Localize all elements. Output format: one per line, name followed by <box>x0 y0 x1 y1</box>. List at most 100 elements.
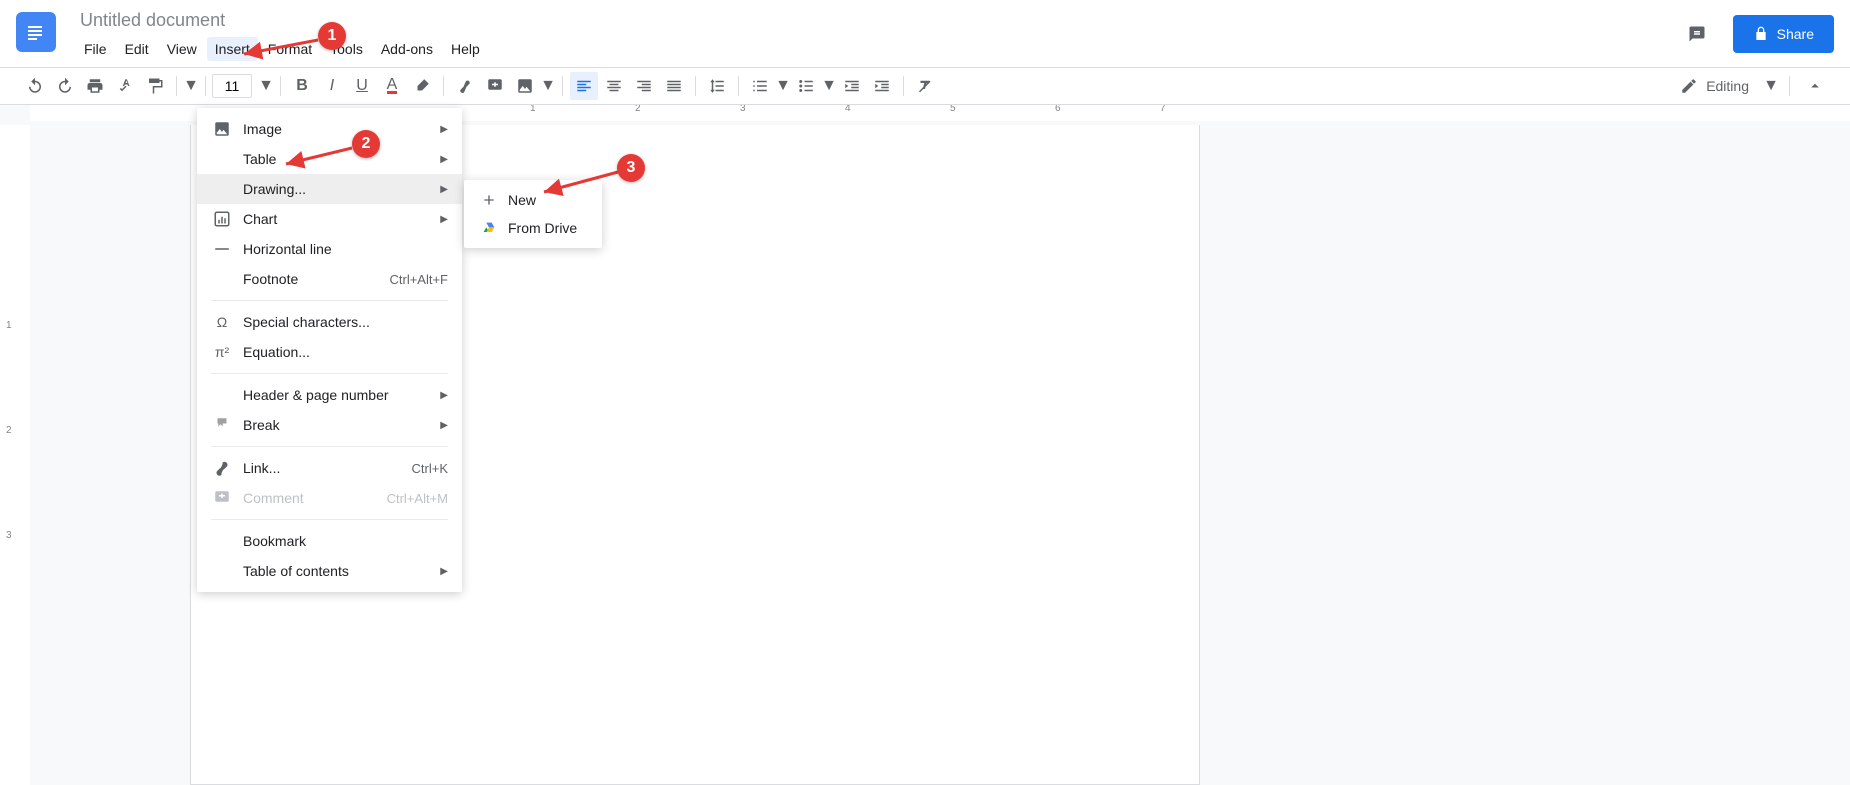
menu-item-comment: Comment Ctrl+Alt+M <box>197 483 462 513</box>
separator <box>562 76 563 96</box>
share-button[interactable]: Share <box>1733 15 1834 53</box>
separator <box>176 76 177 96</box>
submenu-label: From Drive <box>508 220 577 236</box>
separator <box>211 519 448 520</box>
redo-button[interactable] <box>51 72 79 100</box>
font-size-input[interactable] <box>212 74 252 98</box>
menu-item-table[interactable]: Table ▶ <box>197 144 462 174</box>
decrease-indent-button[interactable] <box>838 72 866 100</box>
annotation-callout-2: 2 <box>352 130 380 158</box>
submenu-label: New <box>508 192 536 208</box>
print-button[interactable] <box>81 72 109 100</box>
menu-label: Break <box>243 417 280 433</box>
submenu-arrow-icon: ▶ <box>440 184 448 195</box>
shortcut-label: Ctrl+Alt+F <box>389 272 448 287</box>
editing-mode-button[interactable]: Editing <box>1670 73 1759 99</box>
separator <box>903 76 904 96</box>
align-right-button[interactable] <box>630 72 658 100</box>
menu-item-special-chars[interactable]: Ω Special characters... <box>197 307 462 337</box>
underline-button[interactable]: U <box>348 72 376 100</box>
submenu-arrow-icon: ▶ <box>440 566 448 577</box>
menu-view[interactable]: View <box>159 37 205 61</box>
menu-edit[interactable]: Edit <box>117 37 157 61</box>
bulleted-list-button[interactable] <box>792 72 820 100</box>
link-icon <box>211 459 233 477</box>
font-size-dropdown[interactable]: ▼ <box>258 77 274 95</box>
align-justify-button[interactable] <box>660 72 688 100</box>
comment-icon <box>211 489 233 507</box>
highlight-button[interactable] <box>408 72 436 100</box>
menu-item-hline[interactable]: Horizontal line <box>197 234 462 264</box>
separator <box>280 76 281 96</box>
separator <box>695 76 696 96</box>
italic-button[interactable]: I <box>318 72 346 100</box>
submenu-item-new[interactable]: New <box>464 186 602 214</box>
annotation-callout-1: 1 <box>318 22 346 50</box>
menu-label: Bookmark <box>243 533 306 549</box>
submenu-arrow-icon: ▶ <box>440 214 448 225</box>
menu-label: Chart <box>243 211 277 227</box>
menu-item-equation[interactable]: π² Equation... <box>197 337 462 367</box>
menu-file[interactable]: File <box>76 37 115 61</box>
insert-menu-dropdown: Image ▶ Table ▶ Drawing... ▶ Chart ▶ Hor… <box>197 108 462 592</box>
separator <box>205 76 206 96</box>
menu-item-image[interactable]: Image ▶ <box>197 114 462 144</box>
insert-comment-button[interactable] <box>481 72 509 100</box>
numbered-list-button[interactable] <box>746 72 774 100</box>
submenu-arrow-icon: ▶ <box>440 390 448 401</box>
docs-logo-icon[interactable] <box>16 12 56 52</box>
toolbar: ▼ ▼ B I U A ▼ ▼ ▼ Editing ▼ <box>0 67 1850 105</box>
text-color-button[interactable]: A <box>378 72 406 100</box>
menu-addons[interactable]: Add-ons <box>373 37 441 61</box>
insert-image-button[interactable] <box>511 72 539 100</box>
menu-label: Special characters... <box>243 314 370 330</box>
menu-format[interactable]: Format <box>260 37 320 61</box>
menu-insert[interactable]: Insert <box>207 37 258 61</box>
menu-item-drawing[interactable]: Drawing... ▶ <box>197 174 462 204</box>
menu-label: Table of contents <box>243 563 349 579</box>
drawing-icon <box>211 180 233 198</box>
menu-item-link[interactable]: Link... Ctrl+K <box>197 453 462 483</box>
paint-format-button[interactable] <box>141 72 169 100</box>
line-spacing-button[interactable] <box>703 72 731 100</box>
clear-formatting-button[interactable] <box>911 72 939 100</box>
table-icon <box>211 150 233 168</box>
share-label: Share <box>1777 26 1814 42</box>
omega-icon: Ω <box>211 313 233 331</box>
spellcheck-button[interactable] <box>111 72 139 100</box>
menu-item-toc[interactable]: Table of contents ▶ <box>197 556 462 586</box>
annotation-callout-3: 3 <box>617 154 645 182</box>
menu-item-header-page[interactable]: Header & page number ▶ <box>197 380 462 410</box>
break-icon <box>211 416 233 434</box>
toc-icon <box>211 562 233 580</box>
menu-item-bookmark[interactable]: Bookmark <box>197 526 462 556</box>
comments-icon[interactable] <box>1677 14 1717 54</box>
chart-icon <box>211 210 233 228</box>
align-left-button[interactable] <box>570 72 598 100</box>
separator <box>211 300 448 301</box>
bold-button[interactable]: B <box>288 72 316 100</box>
menu-help[interactable]: Help <box>443 37 488 61</box>
numbered-list-dropdown[interactable]: ▼ <box>775 77 791 95</box>
header-icon <box>211 386 233 404</box>
menu-item-footnote[interactable]: Footnote Ctrl+Alt+F <box>197 264 462 294</box>
shortcut-label: Ctrl+K <box>412 461 448 476</box>
bulleted-list-dropdown[interactable]: ▼ <box>821 77 837 95</box>
undo-button[interactable] <box>21 72 49 100</box>
menu-label: Horizontal line <box>243 241 332 257</box>
submenu-arrow-icon: ▶ <box>440 420 448 431</box>
collapse-button[interactable] <box>1801 72 1829 100</box>
submenu-item-from-drive[interactable]: From Drive <box>464 214 602 242</box>
increase-indent-button[interactable] <box>868 72 896 100</box>
insert-link-button[interactable] <box>451 72 479 100</box>
image-dropdown[interactable]: ▼ <box>540 77 556 95</box>
pi-icon: π² <box>211 343 233 361</box>
editing-dropdown[interactable]: ▼ <box>1763 77 1779 95</box>
menu-item-chart[interactable]: Chart ▶ <box>197 204 462 234</box>
menu-label: Header & page number <box>243 387 389 403</box>
menu-item-break[interactable]: Break ▶ <box>197 410 462 440</box>
separator <box>738 76 739 96</box>
align-center-button[interactable] <box>600 72 628 100</box>
styles-dropdown[interactable]: ▼ <box>183 77 199 95</box>
document-title[interactable]: Untitled document <box>76 8 229 33</box>
